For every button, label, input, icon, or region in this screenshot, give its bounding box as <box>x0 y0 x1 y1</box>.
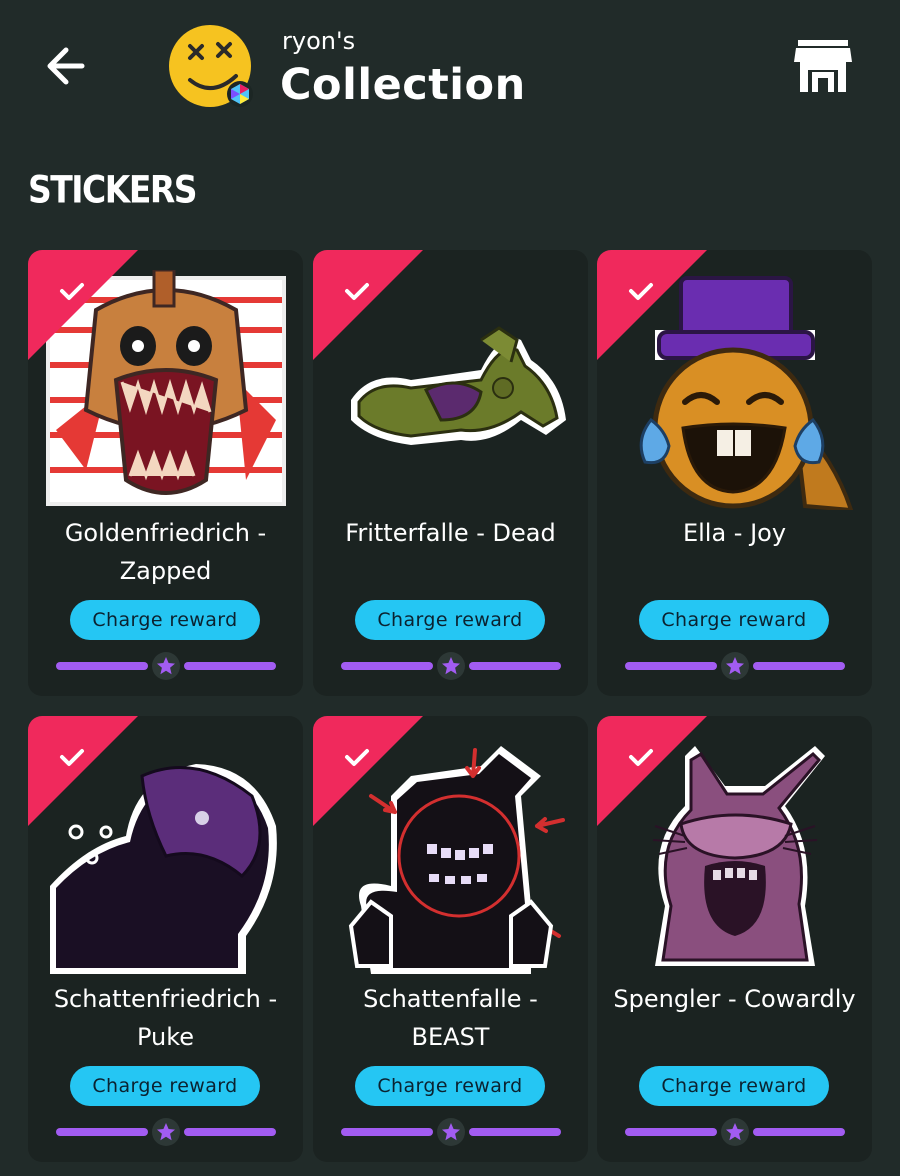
progress-bar-right <box>469 1128 561 1136</box>
sticker-card[interactable]: Goldenfriedrich - Zapped Charge reward <box>28 250 303 696</box>
dizzy-face-avatar-icon <box>169 25 253 107</box>
star-icon <box>152 1118 180 1146</box>
collected-check-icon <box>597 716 707 826</box>
charge-reward-button[interactable]: Charge reward <box>355 600 545 640</box>
reward-progress <box>625 652 845 680</box>
progress-bar-left <box>341 1128 433 1136</box>
avatar[interactable] <box>168 24 254 110</box>
section-title: STICKERS <box>28 168 198 212</box>
reward-progress <box>341 652 561 680</box>
progress-bar-left <box>625 1128 717 1136</box>
sticker-card[interactable]: Spengler - Cowardly Charge reward <box>597 716 872 1162</box>
collected-check-icon <box>28 250 138 360</box>
charge-reward-button[interactable]: Charge reward <box>639 1066 829 1106</box>
star-icon <box>721 652 749 680</box>
progress-bar-right <box>753 662 845 670</box>
progress-bar-right <box>184 662 276 670</box>
charge-reward-button[interactable]: Charge reward <box>355 1066 545 1106</box>
sticker-card[interactable]: Ella - Joy Charge reward <box>597 250 872 696</box>
sticker-card[interactable]: Schattenfalle - BEAST Charge reward <box>313 716 588 1162</box>
collected-check-icon <box>28 716 138 826</box>
collected-check-icon <box>313 250 423 360</box>
charge-reward-button[interactable]: Charge reward <box>639 600 829 640</box>
collected-check-icon <box>313 716 423 826</box>
back-button[interactable] <box>38 38 94 94</box>
progress-bar-left <box>56 662 148 670</box>
star-icon <box>437 652 465 680</box>
sticker-name: Schattenfalle - BEAST <box>363 985 538 1051</box>
arrow-left-icon <box>47 47 85 85</box>
progress-bar-right <box>469 662 561 670</box>
reward-progress <box>341 1118 561 1146</box>
star-icon <box>152 652 180 680</box>
storefront-icon <box>794 40 852 92</box>
reward-progress <box>56 652 276 680</box>
charge-reward-button[interactable]: Charge reward <box>70 1066 260 1106</box>
sticker-name: Fritterfalle - Dead <box>345 519 556 547</box>
page-title: Collection <box>280 60 526 110</box>
star-icon <box>721 1118 749 1146</box>
progress-bar-left <box>341 662 433 670</box>
shop-button[interactable] <box>790 34 856 100</box>
sticker-name: Goldenfriedrich - Zapped <box>64 519 267 585</box>
sticker-grid: Goldenfriedrich - Zapped Charge reward F… <box>28 250 872 1162</box>
collection-owner: ryon's <box>282 27 356 55</box>
charge-reward-button[interactable]: Charge reward <box>70 600 260 640</box>
sticker-name: Spengler - Cowardly <box>613 985 856 1013</box>
star-icon <box>437 1118 465 1146</box>
sticker-card[interactable]: Schattenfriedrich - Puke Charge reward <box>28 716 303 1162</box>
sticker-name: Schattenfriedrich - Puke <box>53 985 278 1051</box>
reward-progress <box>56 1118 276 1146</box>
sticker-card[interactable]: Fritterfalle - Dead Charge reward <box>313 250 588 696</box>
app-header: ryon's Collection <box>0 0 900 140</box>
progress-bar-left <box>625 662 717 670</box>
progress-bar-right <box>753 1128 845 1136</box>
collected-check-icon <box>597 250 707 360</box>
progress-bar-left <box>56 1128 148 1136</box>
reward-progress <box>625 1118 845 1146</box>
sticker-name: Ella - Joy <box>682 519 787 547</box>
progress-bar-right <box>184 1128 276 1136</box>
